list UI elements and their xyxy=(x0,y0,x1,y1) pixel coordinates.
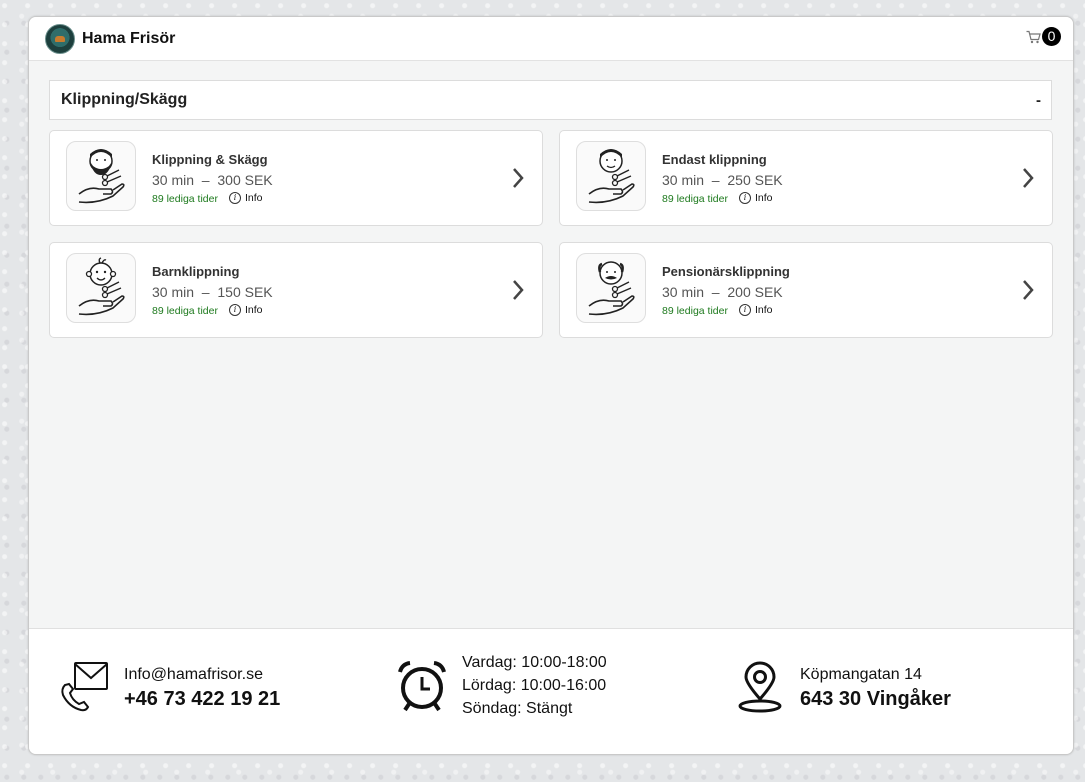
available-slots: 89 lediga tider xyxy=(662,193,728,205)
salon-logo[interactable] xyxy=(45,23,75,54)
service-duration-price: 30 min – 150 SEK xyxy=(152,284,273,300)
info-link[interactable]: i Info xyxy=(229,192,263,204)
alarm-clock-icon xyxy=(398,660,446,711)
info-label: Info xyxy=(245,304,263,316)
contact-block: Info@hamafrisor.se +46 73 422 19 21 xyxy=(58,661,280,713)
opening-hours-block: Vardag: 10:00-18:00 Lördag: 10:00-16:00 … xyxy=(396,651,607,720)
info-icon: i xyxy=(739,192,751,204)
chevron-right-icon xyxy=(1023,168,1034,188)
service-name: Klippning & Skägg xyxy=(152,152,268,167)
service-duration-price: 30 min – 250 SEK xyxy=(662,172,783,188)
info-link[interactable]: i Info xyxy=(739,192,773,204)
info-link[interactable]: i Info xyxy=(229,304,263,316)
category-title: Klippning/Skägg xyxy=(61,91,188,108)
info-icon: i xyxy=(229,304,241,316)
available-slots: 89 lediga tider xyxy=(662,305,728,317)
available-slots: 89 lediga tider xyxy=(152,305,218,317)
senior-haircut-icon xyxy=(576,253,646,323)
hours-sunday: Söndag: Stängt xyxy=(462,700,573,717)
man-haircut-icon xyxy=(576,141,646,211)
cart-button[interactable]: 0 xyxy=(1026,27,1061,46)
service-card-pensionarsklippning[interactable]: Pensionärsklippning 30 min – 200 SEK 89 … xyxy=(559,242,1053,338)
service-duration-price: 30 min – 300 SEK xyxy=(152,172,273,188)
info-label: Info xyxy=(755,304,773,316)
footer: Info@hamafrisor.se +46 73 422 19 21 Vard… xyxy=(29,628,1073,754)
available-slots: 89 lediga tider xyxy=(152,193,218,205)
category-header[interactable]: Klippning/Skägg - xyxy=(49,80,1052,120)
chevron-right-icon xyxy=(513,280,524,300)
brand-name: Hama Frisör xyxy=(82,29,176,47)
bearded-man-haircut-icon xyxy=(66,141,136,211)
info-icon: i xyxy=(229,192,241,204)
address-block: Köpmangatan 14 643 30 Vingåker xyxy=(734,661,951,713)
info-label: Info xyxy=(755,192,773,204)
collapse-toggle[interactable]: - xyxy=(1036,92,1041,109)
service-duration-price: 30 min – 200 SEK xyxy=(662,284,783,300)
top-bar: Hama Frisör 0 xyxy=(29,17,1073,61)
service-name: Barnklippning xyxy=(152,264,240,279)
service-card-klippning-skagg[interactable]: Klippning & Skägg 30 min – 300 SEK 89 le… xyxy=(49,130,543,226)
info-label: Info xyxy=(245,192,263,204)
service-card-endast-klippning[interactable]: Endast klippning 30 min – 250 SEK 89 led… xyxy=(559,130,1053,226)
email-link[interactable]: Info@hamafrisor.se xyxy=(124,663,280,686)
street-address: Köpmangatan 14 xyxy=(800,665,922,683)
service-name: Pensionärsklippning xyxy=(662,264,790,279)
chevron-right-icon xyxy=(513,168,524,188)
location-pin-icon xyxy=(738,661,782,713)
phone-number[interactable]: +46 73 422 19 21 xyxy=(124,686,280,712)
info-link[interactable]: i Info xyxy=(739,304,773,316)
info-icon: i xyxy=(739,304,751,316)
service-name: Endast klippning xyxy=(662,152,767,167)
cart-icon xyxy=(1026,30,1041,43)
service-card-barnklippning[interactable]: Barnklippning 30 min – 150 SEK 89 lediga… xyxy=(49,242,543,338)
phone-mail-icon xyxy=(61,662,108,712)
hours-saturday: Lördag: 10:00-16:00 xyxy=(462,677,607,694)
child-haircut-icon xyxy=(66,253,136,323)
cart-count-badge: 0 xyxy=(1042,27,1061,46)
chevron-right-icon xyxy=(1023,280,1034,300)
booking-app: Hama Frisör 0 Klippning/Skägg - Klippnin… xyxy=(28,16,1074,755)
hours-weekday: Vardag: 10:00-18:00 xyxy=(462,654,607,671)
postal-city: 643 30 Vingåker xyxy=(800,687,951,710)
